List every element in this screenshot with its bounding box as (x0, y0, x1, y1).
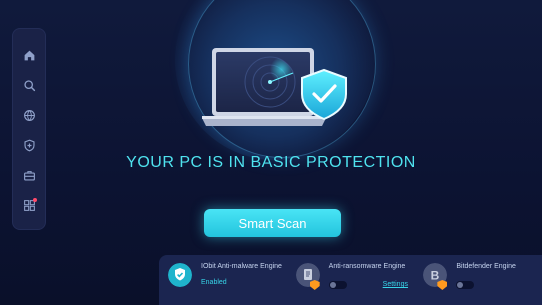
sidebar-item-scan[interactable] (20, 77, 38, 94)
smart-scan-button[interactable]: Smart Scan (204, 209, 341, 237)
svg-text:B: B (431, 269, 440, 283)
engine-name: Anti-ransomware Engine (328, 263, 406, 270)
sidebar-item-apps[interactable] (20, 197, 38, 214)
engine-status: Enabled (201, 279, 227, 286)
sidebar-item-home[interactable] (20, 47, 38, 64)
home-icon (24, 50, 34, 61)
engine-toggle[interactable] (328, 281, 347, 289)
engine-item-anti-ransomware[interactable]: Anti-ransomware Engine Settings (287, 255, 415, 305)
engine-toggle[interactable] (456, 281, 475, 289)
globe-icon (23, 110, 35, 121)
sidebar (12, 28, 46, 230)
settings-link[interactable]: Settings (383, 281, 408, 288)
engine-item-bitdefender[interactable]: B Bitdefender Engine (414, 255, 542, 305)
warning-badge-icon (309, 280, 320, 290)
protection-illustration (202, 48, 347, 126)
engine-name: Bitdefender Engine (456, 263, 516, 270)
protection-status-headline: YOUR PC IS IN BASIC PROTECTION (126, 154, 416, 171)
sidebar-item-web[interactable] (20, 107, 38, 124)
warning-badge-icon (437, 280, 448, 290)
engine-item-iobit[interactable]: IObit Anti-malware Engine Enabled (159, 255, 287, 305)
notification-dot (33, 198, 37, 202)
sidebar-item-protection[interactable] (20, 137, 38, 154)
search-icon (23, 80, 35, 92)
engine-panel: IObit Anti-malware Engine Enabled Anti-r… (159, 255, 542, 305)
engine-name: IObit Anti-malware Engine (201, 263, 282, 270)
shield-check-icon (168, 263, 192, 287)
shield-plus-icon (23, 139, 35, 152)
